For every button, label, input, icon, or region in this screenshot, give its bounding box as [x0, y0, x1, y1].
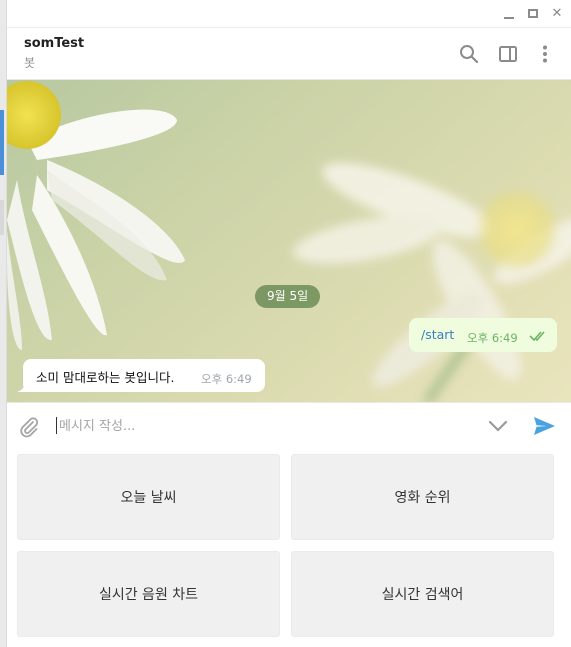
message-input[interactable]	[59, 415, 459, 437]
background-divider	[0, 200, 4, 235]
chat-status: 봇	[24, 56, 36, 70]
attach-button[interactable]	[17, 415, 41, 439]
message-text[interactable]: /start	[421, 327, 454, 342]
chat-title[interactable]: somTest	[24, 36, 84, 51]
more-menu-button[interactable]	[534, 43, 556, 65]
date-separator: 9월 5일	[255, 285, 321, 308]
message-time: 오후 6:49	[467, 331, 518, 345]
message-composer	[7, 402, 571, 448]
search-button[interactable]	[458, 43, 480, 65]
send-button[interactable]	[532, 414, 556, 438]
close-button[interactable]: ✕	[549, 6, 565, 22]
message-text[interactable]: 소미 맘대로하는 봇입니다.	[36, 367, 174, 386]
sidebar-toggle-icon	[499, 46, 517, 62]
hide-keyboard-button[interactable]	[487, 417, 509, 435]
title-bar: ✕	[7, 0, 571, 28]
bot-reply-keyboard: 오늘 날씨 영화 순위 실시간 음원 차트 실시간 검색어	[7, 448, 571, 647]
maximize-icon	[528, 9, 538, 18]
close-icon: ✕	[551, 6, 563, 21]
keyboard-button-trending-search[interactable]: 실시간 검색어	[291, 551, 554, 637]
maximize-button[interactable]	[525, 6, 541, 22]
bubble-tail	[17, 380, 29, 392]
text-cursor	[56, 417, 57, 434]
incoming-message-bubble[interactable]: 소미 맘대로하는 봇입니다. 오후 6:49	[17, 359, 265, 392]
more-vertical-icon	[543, 45, 547, 63]
chevron-down-icon	[488, 420, 508, 432]
chat-window: ✕ somTest 봇 9월 5일 /start 오후 6:49 소미 맘대로하…	[6, 0, 571, 647]
chat-header: somTest 봇	[7, 29, 571, 80]
minimize-button[interactable]	[501, 6, 517, 22]
keyboard-button-movie-ranking[interactable]: 영화 순위	[291, 454, 554, 540]
paperclip-icon	[20, 417, 39, 438]
keyboard-button-music-chart[interactable]: 실시간 음원 차트	[17, 551, 280, 637]
message-time: 오후 6:49	[201, 372, 252, 386]
outgoing-message-bubble[interactable]: /start 오후 6:49	[409, 318, 557, 352]
send-icon	[534, 417, 555, 435]
keyboard-button-weather[interactable]: 오늘 날씨	[17, 454, 280, 540]
search-icon	[460, 45, 479, 64]
side-panel-button[interactable]	[497, 43, 519, 65]
double-check-icon	[529, 331, 545, 342]
chat-background-daisy-image	[7, 81, 571, 402]
message-area[interactable]: 9월 5일 /start 오후 6:49 소미 맘대로하는 봇입니다. 오후 6…	[7, 80, 571, 402]
background-selection-accent	[0, 110, 4, 175]
minimize-icon	[504, 17, 514, 19]
